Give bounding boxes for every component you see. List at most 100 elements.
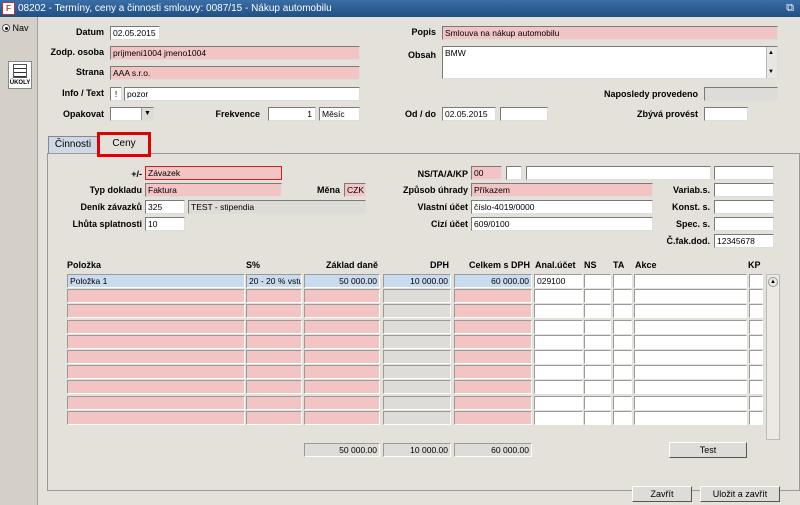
table-cell-ta[interactable] <box>613 289 632 304</box>
table-cell-dph[interactable] <box>383 304 451 319</box>
grid-scrollbar[interactable]: ▲ <box>766 274 780 440</box>
test-button[interactable]: Test <box>669 442 747 458</box>
table-cell-akce[interactable] <box>634 365 747 380</box>
table-cell-dph[interactable] <box>383 334 451 349</box>
table-cell-kp[interactable] <box>749 274 763 288</box>
table-cell-ta[interactable] <box>613 380 632 395</box>
table-cell-polozka[interactable] <box>67 289 245 304</box>
table-cell-polozka[interactable] <box>67 380 245 395</box>
table-cell-zaklad[interactable] <box>304 365 380 380</box>
table-cell-dph[interactable]: 10 000.00 <box>383 274 451 288</box>
table-cell-kp[interactable] <box>749 380 763 395</box>
scroll-down-icon[interactable]: ▼ <box>768 66 774 78</box>
table-cell-ta[interactable] <box>613 395 632 410</box>
table-cell-zaklad[interactable]: 50 000.00 <box>304 274 380 288</box>
table-cell-akce[interactable] <box>634 395 747 410</box>
table-cell-polozka[interactable] <box>67 304 245 319</box>
table-cell-kp[interactable] <box>749 350 763 364</box>
table-cell-sazba[interactable] <box>246 304 302 319</box>
table-cell-sazba[interactable] <box>246 319 302 334</box>
table-cell-sazba[interactable] <box>246 380 302 395</box>
obsah-textarea[interactable]: BMW ▲ ▼ <box>442 46 778 79</box>
table-cell-kp[interactable] <box>749 334 763 349</box>
table-cell-ns[interactable] <box>584 380 611 395</box>
do-field[interactable] <box>500 107 548 121</box>
table-cell-celkem[interactable] <box>454 365 532 380</box>
typ-dokladu-field[interactable]: Faktura <box>145 183 282 197</box>
table-cell-ta[interactable] <box>613 365 632 380</box>
table-cell-zaklad[interactable] <box>304 380 380 395</box>
table-cell-kp[interactable] <box>749 304 763 319</box>
table-cell-dph[interactable] <box>383 350 451 364</box>
lhuta-field[interactable]: 10 <box>145 217 185 231</box>
table-cell-zaklad[interactable] <box>304 334 380 349</box>
tab-cinnosti[interactable]: Činnosti <box>48 136 98 154</box>
zodp-osoba-field[interactable]: prijmeni1004 jmeno1004 <box>110 46 360 60</box>
table-cell-ns[interactable] <box>584 365 611 380</box>
table-cell-polozka[interactable] <box>67 334 245 349</box>
cfak-field[interactable]: 12345678 <box>714 234 774 248</box>
table-cell-sazba[interactable] <box>246 395 302 410</box>
table-cell-akce[interactable] <box>634 334 747 349</box>
table-cell-anal[interactable] <box>534 319 583 334</box>
table-cell-akce[interactable] <box>634 410 747 425</box>
spec-field[interactable] <box>714 217 774 231</box>
table-cell-zaklad[interactable] <box>304 289 380 304</box>
close-button[interactable]: Zavřít <box>632 486 692 502</box>
table-cell-akce[interactable] <box>634 274 747 288</box>
table-cell-ns[interactable] <box>584 274 611 288</box>
ta-field[interactable] <box>506 166 522 180</box>
table-cell-polozka[interactable] <box>67 410 245 425</box>
od-field[interactable]: 02.05.2015 <box>442 107 496 121</box>
table-cell-anal[interactable] <box>534 410 583 425</box>
table-cell-ta[interactable] <box>613 350 632 364</box>
table-cell-akce[interactable] <box>634 304 747 319</box>
table-cell-ns[interactable] <box>584 350 611 364</box>
table-cell-sazba[interactable] <box>246 289 302 304</box>
table-cell-akce[interactable] <box>634 289 747 304</box>
table-cell-celkem[interactable] <box>454 289 532 304</box>
table-cell-sazba[interactable] <box>246 410 302 425</box>
table-cell-ta[interactable] <box>613 274 632 288</box>
table-cell-zaklad[interactable] <box>304 410 380 425</box>
scroll-up-icon[interactable]: ▲ <box>768 277 778 287</box>
table-cell-akce[interactable] <box>634 380 747 395</box>
table-cell-zaklad[interactable] <box>304 304 380 319</box>
table-cell-polozka[interactable] <box>67 319 245 334</box>
info-flag-field[interactable]: ! <box>110 87 122 101</box>
table-cell-celkem[interactable] <box>454 395 532 410</box>
scroll-up-icon[interactable]: ▲ <box>768 47 774 59</box>
frekvence-unit-field[interactable]: Měsíc <box>319 107 360 121</box>
vlastni-ucet-field[interactable]: číslo-4019/0000 <box>471 200 653 214</box>
table-cell-sazba[interactable] <box>246 350 302 364</box>
table-cell-polozka[interactable] <box>67 395 245 410</box>
table-cell-dph[interactable] <box>383 410 451 425</box>
plus-minus-field[interactable]: Závazek <box>145 166 282 180</box>
table-cell-anal[interactable] <box>534 304 583 319</box>
table-cell-ns[interactable] <box>584 410 611 425</box>
table-cell-dph[interactable] <box>383 395 451 410</box>
table-cell-celkem[interactable]: 60 000.00 <box>454 274 532 288</box>
zpusob-uhrady-field[interactable]: Příkazem <box>471 183 653 197</box>
table-cell-anal[interactable] <box>534 334 583 349</box>
table-cell-dph[interactable] <box>383 365 451 380</box>
table-cell-ta[interactable] <box>613 410 632 425</box>
popis-field[interactable]: Smlouva na nákup automobilu <box>442 26 778 40</box>
table-cell-zaklad[interactable] <box>304 350 380 364</box>
table-cell-celkem[interactable] <box>454 380 532 395</box>
table-cell-ns[interactable] <box>584 334 611 349</box>
ns-field[interactable]: 00 <box>471 166 502 180</box>
table-cell-dph[interactable] <box>383 319 451 334</box>
kp-field[interactable] <box>714 166 774 180</box>
table-cell-ns[interactable] <box>584 304 611 319</box>
table-cell-ns[interactable] <box>584 319 611 334</box>
table-cell-sazba[interactable] <box>246 334 302 349</box>
table-cell-zaklad[interactable] <box>304 319 380 334</box>
variab-field[interactable] <box>714 183 774 197</box>
konst-field[interactable] <box>714 200 774 214</box>
table-cell-celkem[interactable] <box>454 410 532 425</box>
table-cell-zaklad[interactable] <box>304 395 380 410</box>
table-cell-dph[interactable] <box>383 289 451 304</box>
restore-window-icon[interactable]: ⧉ <box>786 0 794 17</box>
table-cell-akce[interactable] <box>634 319 747 334</box>
